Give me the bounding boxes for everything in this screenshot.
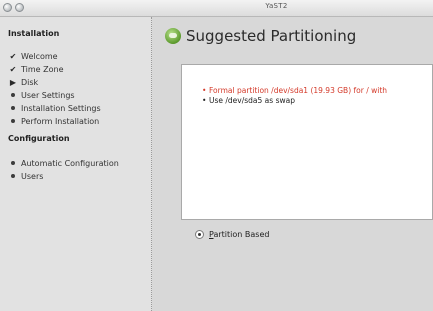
window-title: YaST2 (265, 2, 288, 10)
step-label: Perform Installation (21, 117, 100, 126)
checkmark-icon: ✔ (9, 65, 17, 74)
step-label: Installation Settings (21, 104, 101, 113)
step-installation-settings: Installation Settings (8, 104, 101, 113)
step-disk: ▶ Disk (8, 78, 38, 87)
bullet-icon (11, 106, 15, 110)
partition-based-radio[interactable] (195, 230, 204, 239)
main-content: Suggested Partitioning • Formal partition… (153, 17, 433, 311)
summary-item: • Use /dev/sda5 as swap (202, 96, 295, 105)
step-label: Time Zone (21, 65, 64, 74)
bullet-icon (11, 93, 15, 97)
step-time-zone: ✔ Time Zone (8, 65, 64, 74)
step-label: User Settings (21, 91, 75, 100)
partition-summary-box[interactable]: • Formal partition /dev/sda1 (19.93 GB) f… (181, 64, 433, 220)
installation-heading: Installation (8, 29, 60, 38)
window-titlebar[interactable]: YaST2 (0, 0, 433, 17)
installation-steps-sidebar: Installation ✔ Welcome ✔ Time Zone ▶ Disk U… (0, 17, 152, 311)
bullet-icon (11, 119, 15, 123)
summary-text: Formal partition /dev/sda1 (19.93 GB) fo… (209, 86, 388, 95)
summary-item-warning: • Formal partition /dev/sda1 (19.93 GB) f… (202, 86, 387, 95)
disk-partition-icon (165, 28, 181, 44)
summary-text: Use /dev/sda5 as swap (209, 96, 295, 105)
step-label: Users (21, 172, 44, 181)
step-label: Welcome (21, 52, 58, 61)
bullet-icon: • (202, 86, 207, 95)
step-automatic-configuration: Automatic Configuration (8, 159, 119, 168)
bullet-icon: • (202, 96, 207, 105)
page-title: Suggested Partitioning (186, 27, 357, 45)
step-label: Disk (21, 78, 39, 87)
step-label: Automatic Configuration (21, 159, 119, 168)
configuration-heading: Configuration (8, 134, 70, 143)
step-welcome: ✔ Welcome (8, 52, 58, 61)
step-users: Users (8, 172, 43, 181)
partition-based-option[interactable]: Partition Based (195, 230, 269, 239)
bullet-icon (11, 161, 15, 165)
current-step-arrow-icon: ▶ (9, 78, 17, 87)
step-perform-installation: Perform Installation (8, 117, 99, 126)
checkmark-icon: ✔ (9, 52, 17, 61)
partition-based-label[interactable]: Partition Based (209, 230, 269, 239)
bullet-icon (11, 174, 15, 178)
step-user-settings: User Settings (8, 91, 75, 100)
